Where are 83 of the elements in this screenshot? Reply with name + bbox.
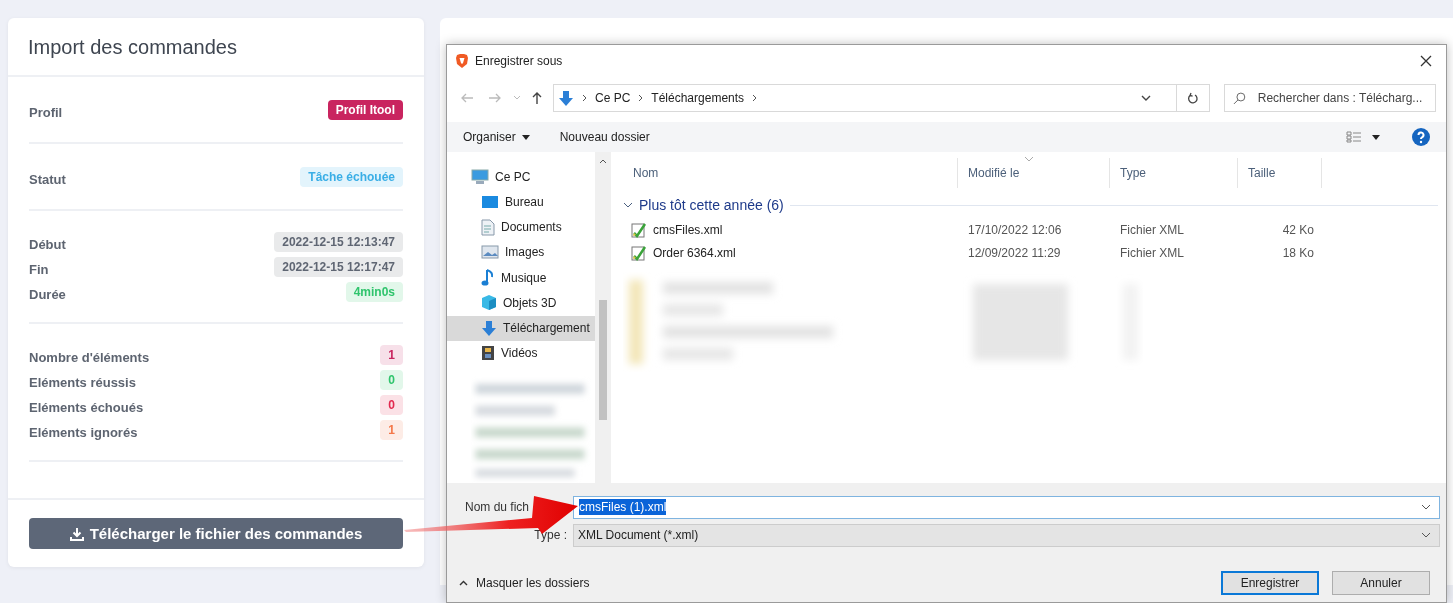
column-header[interactable]: Type: [1110, 158, 1238, 188]
new-folder-button[interactable]: Nouveau dossier: [559, 130, 650, 144]
table-cell-text: 17/10/2022 12:06: [967, 222, 1063, 237]
breadcrumb-item[interactable]: Ce PC: [595, 91, 631, 105]
sidebar-item[interactable]: Vidéos: [447, 340, 595, 366]
dialog-button[interactable]: Enregistrer: [1221, 571, 1319, 595]
search-field[interactable]: Rechercher dans : Télécharg...: [1224, 84, 1436, 112]
field-label: Début: [29, 236, 66, 252]
field-label: Type :: [533, 528, 568, 542]
download-icon: [69, 526, 84, 541]
computer-icon: [471, 168, 489, 185]
xml-file-icon: [631, 244, 647, 261]
field-label: Profil: [29, 104, 63, 120]
hide-folders-button[interactable]: Masquer les dossiers: [459, 576, 590, 590]
address-bar[interactable]: Ce PC Téléchargements: [553, 84, 1210, 112]
field-label: Eléments échoués: [29, 399, 144, 415]
scrollbar-thumb[interactable]: [599, 300, 607, 420]
scrollbar[interactable]: [595, 152, 611, 483]
breadcrumb-item[interactable]: Téléchargements: [651, 91, 745, 105]
chevron-right-icon: [638, 94, 644, 102]
music-note-icon: [481, 268, 495, 287]
column-header[interactable]: Taille: [1238, 158, 1322, 188]
input-field[interactable]: cmsFiles (1).xml: [573, 495, 1440, 519]
chevron-up-icon[interactable]: [599, 158, 607, 164]
download-button[interactable]: Télécharger le fichier des commandes: [29, 518, 403, 549]
field-label: Eléments réussis: [29, 374, 136, 390]
table-cell-text: 42 Ko: [1281, 222, 1314, 237]
search-icon: [1233, 91, 1246, 105]
value-badge: 0: [380, 369, 403, 390]
sidebar-item[interactable]: Objets 3D: [447, 290, 595, 316]
film-icon: [481, 345, 495, 362]
value-badge: 1: [380, 419, 403, 440]
field-label: Nombre d'éléments: [29, 349, 150, 365]
file-name[interactable]: cmsFiles.xml: [653, 222, 723, 237]
table-cell-text: 12/09/2022 11:29: [967, 245, 1062, 260]
xml-file-icon: [631, 221, 647, 238]
sort-caret-icon: [1024, 156, 1034, 162]
desktop-icon: [481, 194, 499, 209]
column-header[interactable]: Nom: [623, 158, 958, 188]
value-badge: 1: [380, 344, 403, 365]
value-badge: Profil Itool: [327, 99, 403, 120]
table-cell-text: Fichier XML: [1119, 245, 1185, 260]
window-title: Enregistrer sous: [475, 54, 564, 68]
chevron-down-icon: [1421, 532, 1431, 538]
download-arrow-icon: [558, 89, 574, 107]
sidebar-item[interactable]: Images: [447, 239, 595, 265]
chevron-icon: [623, 200, 633, 210]
field-label: Statut: [29, 171, 66, 187]
table-cell-text: Fichier XML: [1119, 222, 1185, 237]
refresh-icon: [1187, 91, 1199, 105]
document-icon: [481, 218, 495, 236]
chevron-down-icon[interactable]: [1421, 504, 1431, 510]
chevron-right-icon: [582, 94, 587, 102]
group-header[interactable]: Plus tôt cette année (6): [623, 192, 1446, 218]
chevron-right-icon[interactable]: [752, 94, 758, 102]
card-title: Import des commandes: [28, 36, 237, 59]
field-label: Nom du fich: [464, 500, 529, 514]
column-header[interactable]: Modifié le: [958, 158, 1110, 188]
cube-icon: [481, 294, 497, 312]
image-icon: [481, 245, 499, 260]
sidebar-item[interactable]: Bureau: [447, 189, 595, 215]
file-type-dropdown[interactable]: XML Document (*.xml): [573, 523, 1440, 547]
organize-menu[interactable]: Organiser: [463, 130, 530, 144]
value-badge: Tâche échouée: [300, 166, 403, 187]
field-label: Eléments ignorés: [29, 424, 138, 440]
sidebar-item[interactable]: Téléchargement: [447, 315, 595, 341]
value-badge: 2022-12-15 12:13:47: [274, 231, 403, 252]
chevron-up-icon: [459, 580, 468, 586]
value-badge: 0: [380, 394, 403, 415]
table-cell-text: 18 Ko: [1281, 245, 1314, 260]
dialog-button[interactable]: Annuler: [1332, 571, 1430, 595]
shield-icon: [455, 53, 469, 69]
field-label: Fin: [29, 261, 49, 277]
help-icon[interactable]: [1412, 128, 1430, 146]
sidebar-item[interactable]: Documents: [447, 214, 595, 240]
field-label: Durée: [29, 286, 66, 302]
sidebar-item[interactable]: Musique: [447, 265, 595, 291]
download-arrow-icon: [481, 319, 497, 337]
value-badge: 2022-12-15 12:17:47: [274, 256, 403, 277]
caret-down-icon: [521, 134, 530, 140]
file-name[interactable]: Order 6364.xml: [653, 245, 736, 260]
value-badge: 4min0s: [345, 281, 403, 302]
sidebar-item[interactable]: Ce PC: [447, 164, 595, 190]
